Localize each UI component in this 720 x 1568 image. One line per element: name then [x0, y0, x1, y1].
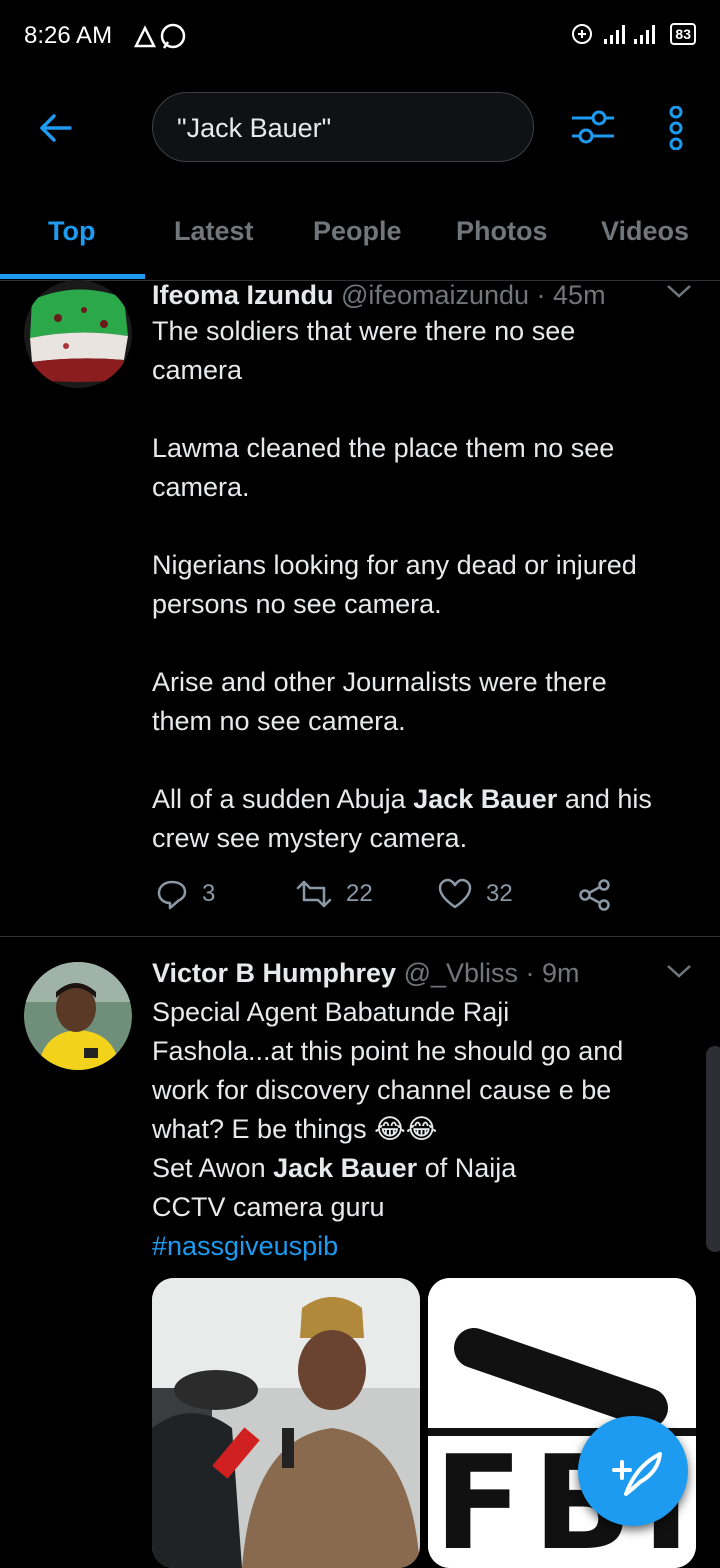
compose-tweet-icon [612, 1452, 662, 1496]
tweet-line: crew see mystery camera. [152, 823, 468, 853]
tab-latest[interactable]: Latest [174, 216, 254, 247]
tab-videos[interactable]: Videos [601, 216, 689, 247]
filter-icon[interactable] [570, 106, 616, 153]
reply-button[interactable]: 3 [156, 878, 215, 910]
status-bar: 8:26 AM 83 [0, 0, 720, 72]
like-icon [438, 878, 472, 909]
author-name[interactable]: Victor B Humphrey [152, 958, 396, 988]
data-saver-icon [572, 24, 593, 44]
compose-tweet-button[interactable] [578, 1416, 688, 1526]
tweet-line: camera [152, 355, 243, 385]
tweet-line: Special Agent Babatunde Raji [152, 997, 510, 1027]
tweet-line: persons no see camera. [152, 589, 442, 619]
retweet-icon [296, 880, 332, 908]
search-match: Jack Bauer [413, 784, 558, 814]
tweet-line: All of a sudden Abuja Jack Bauer and his [152, 780, 700, 819]
reply-count: 3 [202, 880, 216, 907]
tweet-header: Victor B Humphrey @_Vbliss · 9m [152, 958, 580, 989]
retweet-button[interactable]: 22 [296, 878, 373, 910]
text-segment: Set Awon [152, 1153, 274, 1183]
active-tab-indicator [0, 274, 145, 279]
reply-icon [157, 880, 187, 910]
tweet-text: The soldiers that were there no see came… [152, 312, 700, 858]
tweet-line: Nigerians looking for any dead or injure… [152, 550, 637, 580]
share-button[interactable] [578, 878, 612, 912]
search-input[interactable]: "Jack Bauer" [152, 92, 534, 162]
tweet-time: · 9m [525, 958, 580, 988]
like-button[interactable]: 32 [438, 878, 513, 910]
tweet-photo[interactable] [152, 1278, 420, 1568]
battery-level: 83 [675, 26, 691, 42]
hashtag-link[interactable]: #nassgiveuspib [152, 1227, 700, 1266]
tab-people[interactable]: People [313, 216, 402, 247]
more-vertical-icon[interactable] [666, 105, 686, 155]
tweet-line: what? E be things 😂😂 [152, 1114, 438, 1144]
text-segment: and his [557, 784, 652, 814]
author-handle: @_Vbliss [403, 958, 519, 988]
like-count: 32 [486, 880, 513, 907]
author-name[interactable]: Ifeoma Izundu [152, 280, 334, 310]
tweet-line: Arise and other Journalists were there [152, 667, 607, 697]
share-icon [579, 879, 610, 911]
tweet-line: them no see camera. [152, 706, 406, 736]
avatar[interactable] [24, 962, 132, 1070]
signal-icon [604, 25, 656, 44]
text-segment: All of a sudden Abuja [152, 784, 414, 814]
tweet-line: camera. [152, 472, 250, 502]
tweet-line: Set Awon Jack Bauer of Naija [152, 1149, 700, 1188]
tweet-time: · 45m [536, 280, 606, 310]
back-arrow-icon[interactable] [36, 108, 76, 153]
system-status-icons: 83 [570, 22, 696, 46]
author-handle: @ifeomaizundu [341, 280, 530, 310]
chevron-down-icon[interactable] [666, 282, 692, 305]
tweet-actions: 3 22 32 [0, 874, 720, 918]
avatar[interactable] [24, 280, 132, 388]
tweet-line: The soldiers that were there no see [152, 316, 576, 346]
tab-top[interactable]: Top [48, 216, 95, 247]
search-match: Jack Bauer [273, 1153, 418, 1183]
battery-icon: 83 [670, 23, 696, 45]
tweet-header: Ifeoma Izundu @ifeomaizundu · 45m [152, 280, 606, 311]
tweet-text: Special Agent Babatunde Raji Fashola...a… [152, 993, 700, 1266]
search-query: "Jack Bauer" [177, 113, 332, 143]
chevron-down-icon[interactable] [666, 962, 692, 985]
status-time: 8:26 AM [24, 22, 113, 49]
retweet-count: 22 [346, 880, 373, 907]
tweet-line: work for discovery channel cause e be [152, 1075, 612, 1105]
notification-icons [132, 20, 196, 57]
tweet-line: Fashola...at this point he should go and [152, 1036, 624, 1066]
tweet-line: CCTV camera guru [152, 1192, 385, 1222]
scroll-handle[interactable] [706, 1046, 720, 1252]
text-segment: of Naija [417, 1153, 517, 1183]
search-tabs: Top Latest People Photos Videos [0, 196, 720, 281]
tweet-divider [0, 936, 720, 937]
tab-photos[interactable]: Photos [456, 216, 548, 247]
tweet-line: Lawma cleaned the place them no see [152, 433, 615, 463]
